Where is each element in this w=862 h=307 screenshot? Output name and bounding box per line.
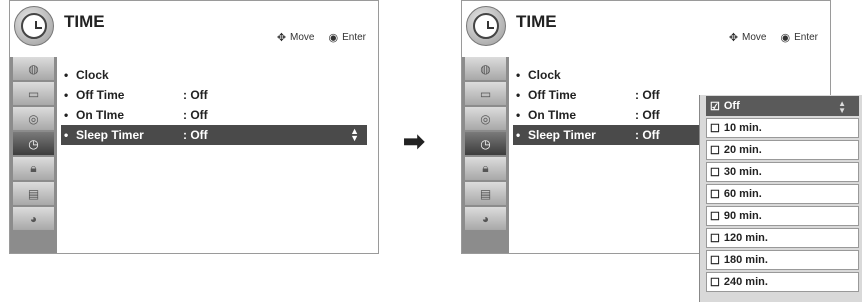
- globe-icon: ◕: [29, 211, 38, 226]
- sidebar-item-audio[interactable]: ◎: [13, 107, 54, 130]
- time-menu-list: • Clock • Off Time: Off • On TIme: Off • Sle…: [61, 65, 378, 145]
- sidebar-item-picture[interactable]: ▭: [465, 82, 506, 105]
- dropdown-option-120-min[interactable]: ☐ 120 min.: [706, 228, 859, 248]
- sidebar-item-lock[interactable]: 🔒︎: [13, 157, 54, 180]
- sidebar-item-network[interactable]: ◕: [13, 207, 54, 230]
- four-way-arrow-icon: ✥: [728, 32, 739, 44]
- sidebar-item-setup[interactable]: ◍: [13, 57, 54, 80]
- option-icon: ▤: [27, 186, 40, 201]
- menu-item-clock[interactable]: • Clock: [61, 65, 378, 85]
- sidebar-item-picture[interactable]: ▭: [13, 82, 54, 105]
- up-down-arrow-icon: ▲ ▼: [350, 126, 359, 143]
- menu-item-clock[interactable]: • Clock: [513, 65, 830, 85]
- disc-icon: ◍: [28, 61, 39, 76]
- globe-icon: ◕: [481, 211, 490, 226]
- move-hint: Move: [742, 32, 767, 43]
- sleep-timer-dropdown: ☑ Off ▲ ▼ ☐ 10 min. ☐ 20 min. ☐ 30 min. ☐ 60 …: [699, 95, 862, 302]
- unchecked-box-icon: ☐: [710, 188, 720, 201]
- dropdown-option-10-min[interactable]: ☐ 10 min.: [706, 118, 859, 138]
- unchecked-box-icon: ☐: [710, 166, 720, 179]
- unchecked-box-icon: ☐: [710, 232, 720, 245]
- clock-category-icon: [466, 6, 506, 46]
- tv-icon: ▭: [479, 86, 492, 101]
- menu-title: TIME: [64, 12, 105, 31]
- menu-title: TIME: [516, 12, 557, 31]
- sidebar-item-option[interactable]: ▤: [465, 182, 506, 205]
- dropdown-option-30-min[interactable]: ☐ 30 min.: [706, 162, 859, 182]
- sidebar-item-time[interactable]: ◷: [465, 132, 506, 155]
- tv-icon: ▭: [27, 86, 40, 101]
- dropdown-option-60-min[interactable]: ☐ 60 min.: [706, 184, 859, 204]
- menu-header: TIME ✥ Move ◉ Enter: [462, 1, 830, 57]
- enter-circle-icon: ◉: [328, 32, 339, 44]
- lock-icon: 🔒︎: [30, 161, 37, 175]
- enter-circle-icon: ◉: [780, 32, 791, 44]
- time-menu-screen-before: TIME ✥ Move ◉ Enter ◍ ▭ ◎ ◷ 🔒︎ ▤ ◕ • Cloc…: [9, 0, 379, 254]
- right-arrow-icon: ➡: [403, 126, 425, 156]
- menu-item-sleep-timer[interactable]: • Sleep Timer: Off ▲ ▼: [61, 125, 367, 145]
- clock-icon: ◷: [480, 136, 491, 151]
- category-sidebar: ◍ ▭ ◎ ◷ 🔒︎ ▤ ◕: [462, 57, 509, 253]
- enter-hint: Enter: [342, 32, 366, 43]
- navigation-hint: ✥ Move ◉ Enter: [729, 31, 818, 44]
- lock-icon: 🔒︎: [482, 161, 489, 175]
- four-way-arrow-icon: ✥: [276, 32, 287, 44]
- sidebar-item-network[interactable]: ◕: [465, 207, 506, 230]
- option-icon: ▤: [479, 186, 492, 201]
- clock-category-icon: [14, 6, 54, 46]
- sidebar-item-option[interactable]: ▤: [13, 182, 54, 205]
- enter-hint: Enter: [794, 32, 818, 43]
- unchecked-box-icon: ☐: [710, 210, 720, 223]
- clock-icon: ◷: [28, 136, 39, 151]
- checked-box-icon: ☑: [710, 100, 720, 113]
- speaker-icon: ◎: [28, 111, 39, 126]
- unchecked-box-icon: ☐: [710, 144, 720, 157]
- dropdown-option-180-min[interactable]: ☐ 180 min.: [706, 250, 859, 270]
- category-sidebar: ◍ ▭ ◎ ◷ 🔒︎ ▤ ◕: [10, 57, 57, 253]
- menu-header: TIME ✥ Move ◉ Enter: [10, 1, 378, 57]
- sidebar-item-time[interactable]: ◷: [13, 132, 54, 155]
- menu-item-on-time[interactable]: • On TIme: Off: [61, 105, 378, 125]
- unchecked-box-icon: ☐: [710, 276, 720, 289]
- speaker-icon: ◎: [480, 111, 491, 126]
- disc-icon: ◍: [480, 61, 491, 76]
- dropdown-option-240-min[interactable]: ☐ 240 min.: [706, 272, 859, 292]
- dropdown-option-off[interactable]: ☑ Off ▲ ▼: [706, 96, 859, 116]
- sidebar-item-audio[interactable]: ◎: [465, 107, 506, 130]
- sidebar-item-lock[interactable]: 🔒︎: [465, 157, 506, 180]
- sidebar-item-setup[interactable]: ◍: [465, 57, 506, 80]
- menu-item-off-time[interactable]: • Off Time: Off: [61, 85, 378, 105]
- unchecked-box-icon: ☐: [710, 122, 720, 135]
- unchecked-box-icon: ☐: [710, 254, 720, 267]
- dropdown-option-90-min[interactable]: ☐ 90 min.: [706, 206, 859, 226]
- navigation-hint: ✥ Move ◉ Enter: [277, 31, 366, 44]
- dropdown-option-20-min[interactable]: ☐ 20 min.: [706, 140, 859, 160]
- up-down-arrow-icon: ▲ ▼: [838, 99, 846, 115]
- move-hint: Move: [290, 32, 315, 43]
